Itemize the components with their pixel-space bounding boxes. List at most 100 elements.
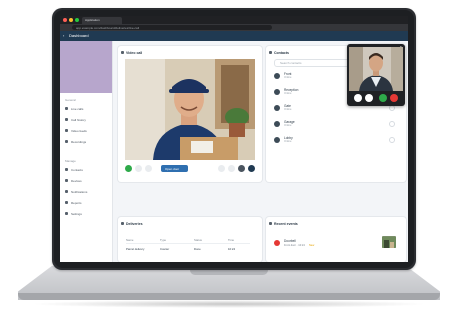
sidebar-item-label: Reports [71, 200, 82, 205]
contacts-icon [269, 51, 272, 54]
sidebar-item-notifications[interactable]: Notifications [65, 189, 109, 194]
package-icon [121, 222, 124, 225]
contact-avatar [274, 137, 280, 143]
table-cell: Parcel delivery [126, 247, 145, 251]
video-call-card: Video call Open door [118, 46, 262, 182]
table-header: Type [160, 238, 167, 242]
browser-tab[interactable]: Application [82, 17, 122, 24]
mute-button[interactable] [135, 165, 142, 172]
accept-call-button[interactable] [125, 165, 132, 172]
sidebar-item-label: Call history [71, 117, 86, 122]
pip-accept-button[interactable] [379, 94, 387, 102]
recent-events-title: Recent events [274, 222, 298, 226]
contacts-title: Contacts [274, 51, 289, 55]
fullscreen-button[interactable] [238, 165, 245, 172]
open-door-button[interactable]: Open door [161, 165, 188, 172]
table-header: Time [228, 238, 235, 242]
contact-status: Online [284, 76, 292, 79]
sidebar-section-label: General [65, 98, 76, 102]
sidebar-item-devices[interactable]: Devices [65, 178, 109, 183]
event-snapshot-image [382, 237, 396, 248]
laptop-shadow [30, 300, 428, 308]
caller-image [349, 47, 403, 91]
camera-icon [65, 129, 68, 132]
sidebar-item-call-history[interactable]: Call history [65, 117, 109, 122]
sidebar-item-settings[interactable]: Settings [65, 211, 109, 216]
table-cell: Courier [160, 247, 170, 251]
sidebar-item-label: Video feeds [71, 128, 87, 133]
deliveries-title: Deliveries [126, 222, 143, 226]
contact-status: Online [284, 140, 292, 143]
table-cell: 10:24 [228, 247, 235, 251]
sidebar-section-label: Manage [65, 159, 76, 163]
delivery-person-image [125, 59, 255, 160]
phone-icon [65, 107, 68, 110]
picture-in-picture-window[interactable]: × [347, 44, 405, 106]
video-call-title: Video call [126, 51, 143, 55]
event-badge: New [309, 243, 315, 247]
bell-icon [269, 222, 272, 225]
video-icon [121, 51, 124, 54]
call-contact-button[interactable] [389, 137, 395, 143]
browser-toolbar: app.example.com/dashboard/deliveries/liv… [60, 24, 408, 31]
chart-icon [65, 201, 68, 204]
call-contact-button[interactable] [389, 121, 395, 127]
table-divider [126, 243, 250, 244]
contact-status: Online [284, 108, 292, 111]
contact-status: Online [284, 92, 292, 95]
pip-mute-button[interactable] [354, 94, 362, 102]
contact-avatar [274, 121, 280, 127]
snapshot-button[interactable] [218, 165, 225, 172]
browser-tab-strip: Application [60, 16, 408, 24]
browser-tab-title: Application [85, 18, 100, 22]
contact-avatar [274, 73, 280, 79]
contact-avatar [274, 89, 280, 95]
sidebar-banner [60, 41, 112, 93]
table-header: Name [126, 238, 134, 242]
event-detail: Front door · 10:24 [284, 244, 305, 247]
back-arrow-icon[interactable]: ‹ [63, 33, 64, 38]
contact-row[interactable]: Garage Online [274, 120, 398, 132]
contact-status: Online [284, 124, 292, 127]
sidebar-item-video-feeds[interactable]: Video feeds [65, 128, 109, 133]
pip-end-call-button[interactable] [390, 94, 398, 102]
sidebar-item-label: Contacts [71, 167, 83, 172]
open-door-label: Open door [165, 166, 180, 171]
contacts-icon [65, 168, 68, 171]
sidebar-item-label: Settings [71, 211, 82, 216]
window-minimize-dot[interactable] [69, 18, 73, 22]
window-zoom-dot[interactable] [75, 18, 79, 22]
event-thumbnail[interactable] [382, 236, 396, 248]
contact-avatar [274, 105, 280, 111]
video-feed[interactable] [125, 59, 255, 160]
event-status-dot [274, 240, 280, 246]
pip-camera-button[interactable] [365, 94, 373, 102]
self-view-camera [349, 47, 403, 91]
table-header: Status [194, 238, 202, 242]
sidebar-item-label: Live calls [71, 106, 84, 111]
window-close-dot[interactable] [63, 18, 67, 22]
recent-events-card: Recent events Doorbell Front door · 10:2… [266, 217, 406, 262]
address-bar[interactable]: app.example.com/dashboard/deliveries/liv… [72, 25, 272, 30]
sidebar-item-label: Devices [71, 178, 82, 183]
deliveries-card: Deliveries Name Type Status Time Parcel … [118, 217, 262, 262]
more-options-button[interactable] [248, 165, 255, 172]
record-button[interactable] [228, 165, 235, 172]
sidebar-item-reports[interactable]: Reports [65, 200, 109, 205]
recording-icon [65, 140, 68, 143]
search-placeholder: Search contacts [280, 61, 302, 65]
app-header: ‹ Dashboard [60, 31, 408, 41]
sidebar-item-live-calls[interactable]: Live calls [65, 106, 109, 111]
sidebar-item-contacts[interactable]: Contacts [65, 167, 109, 172]
page-title: Dashboard [69, 33, 89, 38]
table-cell: Done [194, 247, 201, 251]
contact-row[interactable]: Lobby Online [274, 136, 398, 148]
sidebar: General Live calls Call history Video fe… [60, 41, 113, 262]
bell-icon [65, 190, 68, 193]
gear-icon [65, 212, 68, 215]
address-bar-url: app.example.com/dashboard/deliveries/liv… [76, 25, 140, 30]
camera-toggle-button[interactable] [145, 165, 152, 172]
laptop-screen: Application app.example.com/dashboard/de… [60, 16, 408, 262]
sidebar-item-recordings[interactable]: Recordings [65, 139, 109, 144]
event-name[interactable]: Doorbell [284, 239, 296, 243]
